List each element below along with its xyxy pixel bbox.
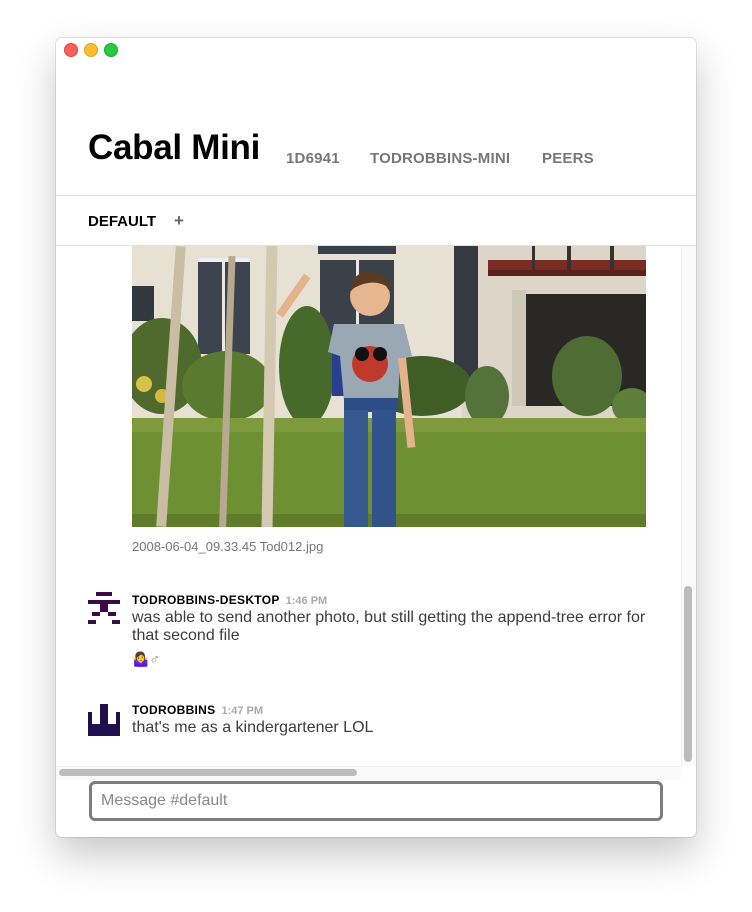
avatar[interactable] [88,704,120,736]
minimize-window-button[interactable] [84,43,98,57]
peers-link[interactable]: PEERS [542,150,594,167]
avatar[interactable] [88,592,120,624]
app-title: Cabal Mini [88,128,261,167]
username-link[interactable]: TODROBBINS-MINI [370,150,510,167]
cabal-key-link[interactable]: 1D6941 [286,150,340,167]
shared-photo[interactable] [132,246,646,527]
horizontal-scrollbar-thumb[interactable] [59,769,357,776]
channel-tab-default[interactable]: DEFAULT [88,213,156,230]
message-timestamp: 1:46 PM [285,595,328,607]
message-list[interactable]: 2008-06-04_09.33.45 Tod012.jpg TODROBBIN… [56,246,681,766]
identicon-user-icon [88,704,120,736]
add-channel-button[interactable]: + [174,211,184,231]
photo-caption: 2008-06-04_09.33.45 Tod012.jpg [132,539,324,554]
vertical-scrollbar-thumb[interactable] [684,586,692,762]
app-window: Cabal Mini 1D6941 TODROBBINS-MINI PEERS … [56,38,696,837]
message-timestamp: 1:47 PM [221,705,264,717]
message-text: was able to send another photo, but stil… [132,609,646,644]
close-window-button[interactable] [64,43,78,57]
message-text: that's me as a kindergartener LOL [132,719,374,736]
author-name[interactable]: TODROBBINS [132,703,215,717]
message-reaction[interactable]: 🤷‍♀️♂ [132,651,160,668]
author-name[interactable]: TODROBBINS-DESKTOP [132,593,280,607]
message-author[interactable]: TODROBBINS-DESKTOP 1:46 PM [132,593,327,607]
identicon-desktop-icon [88,592,120,624]
message-input[interactable] [89,781,663,821]
photo-image [132,246,646,527]
maximize-window-button[interactable] [104,43,118,57]
header-divider [56,195,696,196]
message-author[interactable]: TODROBBINS 1:47 PM [132,703,263,717]
